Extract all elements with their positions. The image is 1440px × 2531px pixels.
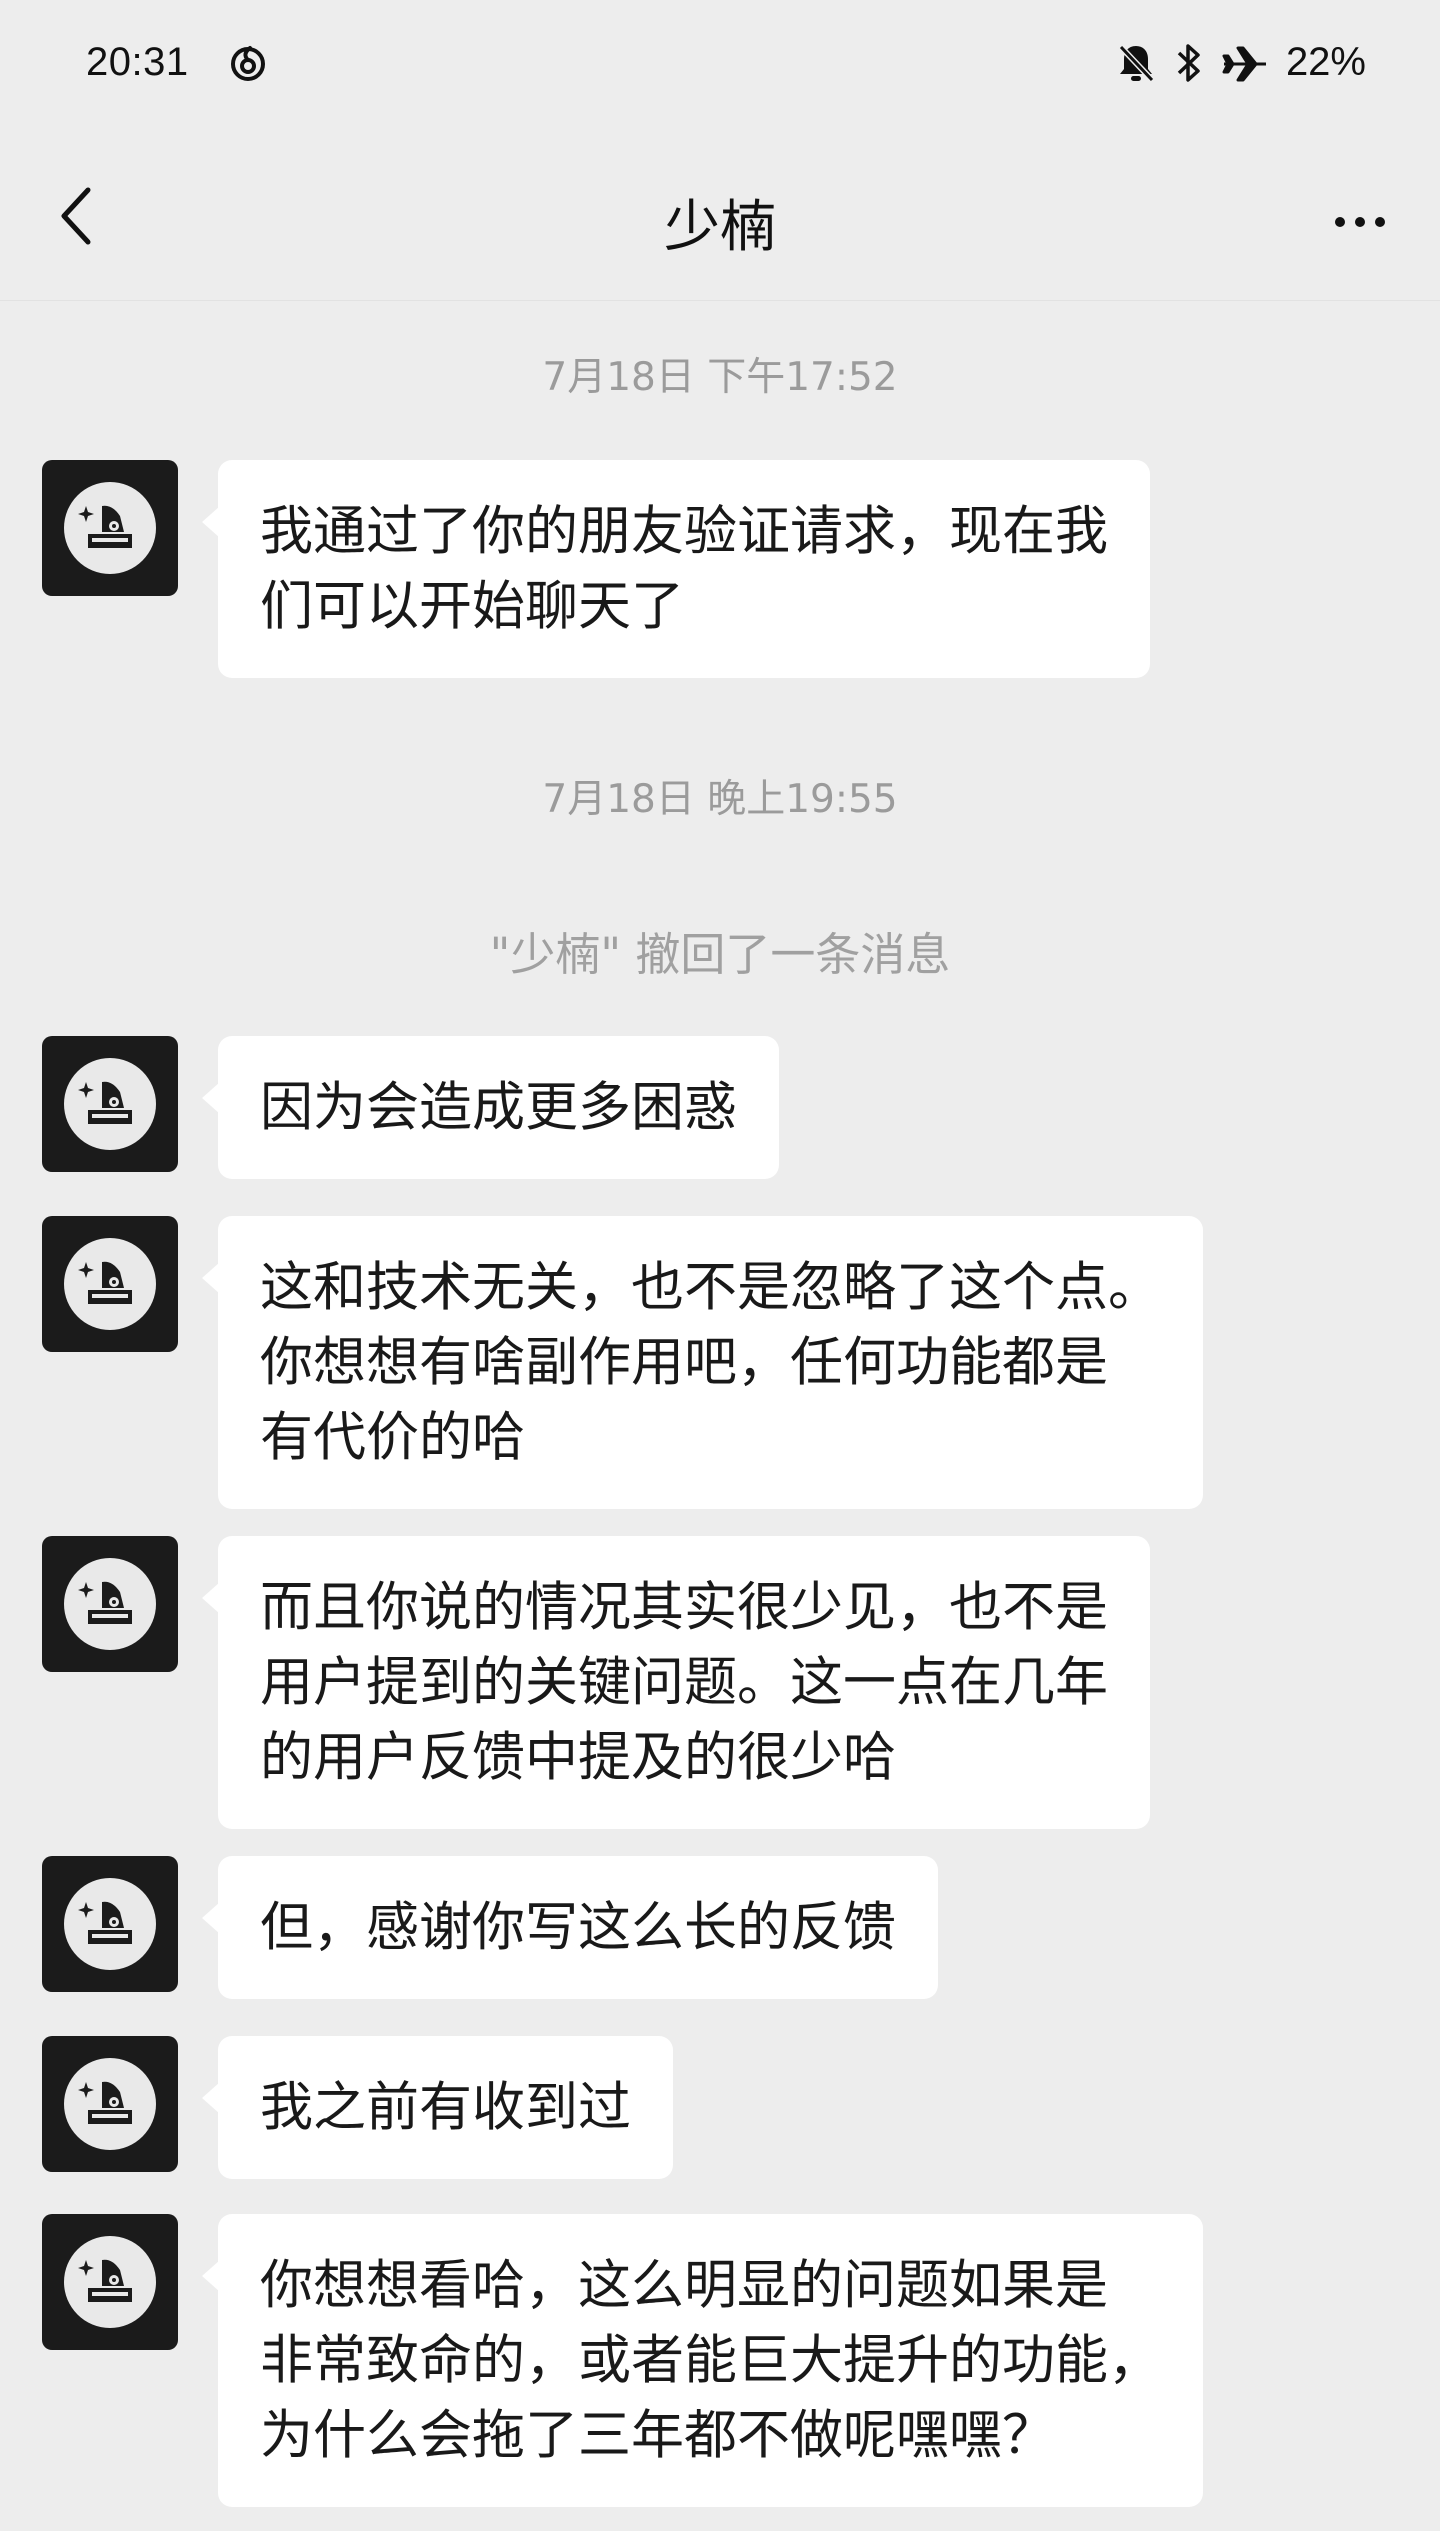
status-icons: 22% — [1116, 40, 1366, 85]
more-icon-dot — [1355, 217, 1365, 227]
avatar-logo-icon — [64, 1238, 156, 1330]
avatar[interactable] — [42, 460, 178, 596]
message-line: 我之前有收到过 — [260, 2077, 631, 2138]
message-line: 们可以开始聊天了 — [260, 576, 684, 637]
avatar[interactable] — [42, 2214, 178, 2350]
message-row: 因为会造成更多困惑 — [42, 1036, 779, 1179]
message-line: 有代价的哈 — [260, 1407, 525, 1468]
mute-icon — [1118, 44, 1155, 82]
message-bubble[interactable]: 你想想看哈，这么明显的问题如果是 非常致命的，或者能巨大提升的功能， 为什么会拖… — [202, 2214, 1203, 2507]
airplane-icon — [1222, 46, 1266, 81]
message-line: 的用户反馈中提及的很少哈 — [260, 1727, 896, 1788]
chat-screen: 20:31 22% 少楠 7月18日 下午17:52 我通过了你的朋友验证请求，… — [0, 0, 1440, 2531]
message-line: 但，感谢你写这么长的反馈 — [260, 1897, 896, 1958]
message-bubble[interactable]: 我之前有收到过 — [202, 2036, 673, 2179]
battery-percentage: 22% — [1285, 40, 1366, 84]
avatar-logo-icon — [64, 1878, 156, 1970]
nav-bar: 少楠 — [0, 140, 1440, 300]
message-line: 你想想看哈，这么明显的问题如果是 — [260, 2255, 1108, 2316]
timestamp: 7月18日 下午17:52 — [542, 355, 898, 400]
message-line: 为什么会拖了三年都不做呢嘿嘿？ — [260, 2405, 1055, 2466]
timestamp: 7月18日 晚上19:55 — [542, 777, 898, 822]
message-line: 你想想有啥副作用吧，任何功能都是 — [260, 1332, 1108, 1393]
message-row: 但，感谢你写这么长的反馈 — [42, 1856, 938, 1999]
status-time: 20:31 — [86, 40, 189, 84]
avatar[interactable] — [42, 1216, 178, 1352]
avatar[interactable] — [42, 1856, 178, 1992]
bluetooth-icon — [1177, 43, 1200, 82]
more-icon-dot — [1375, 217, 1385, 227]
message-row: 这和技术无关，也不是忽略了这个点。 你想想有啥副作用吧，任何功能都是 有代价的哈 — [42, 1216, 1203, 1509]
recall-notice: "少楠" 撤回了一条消息 — [489, 928, 951, 981]
status-bar: 20:31 22% — [0, 0, 1440, 130]
avatar[interactable] — [42, 2036, 178, 2172]
message-line: 这和技术无关，也不是忽略了这个点。 — [260, 1257, 1161, 1318]
message-line: 用户提到的关键问题。这一点在几年 — [260, 1652, 1108, 1713]
message-line: 非常致命的，或者能巨大提升的功能， — [260, 2330, 1161, 2391]
message-bubble[interactable]: 但，感谢你写这么长的反馈 — [202, 1856, 938, 1999]
more-button[interactable] — [1320, 192, 1400, 252]
message-row: 我通过了你的朋友验证请求，现在我 们可以开始聊天了 — [42, 460, 1150, 678]
chat-title: 少楠 — [664, 195, 776, 260]
avatar-logo-icon — [64, 1558, 156, 1650]
message-line: 我通过了你的朋友验证请求，现在我 — [260, 501, 1108, 562]
message-bubble[interactable]: 这和技术无关，也不是忽略了这个点。 你想想有啥副作用吧，任何功能都是 有代价的哈 — [202, 1216, 1203, 1509]
avatar-logo-icon — [64, 1058, 156, 1150]
avatar-logo-icon — [64, 2236, 156, 2328]
message-line: 而且你说的情况其实很少见，也不是 — [260, 1577, 1108, 1638]
message-bubble[interactable]: 我通过了你的朋友验证请求，现在我 们可以开始聊天了 — [202, 460, 1150, 678]
avatar[interactable] — [42, 1536, 178, 1672]
more-icon-dot — [1335, 217, 1345, 227]
avatar-logo-icon — [64, 482, 156, 574]
message-bubble[interactable]: 因为会造成更多困惑 — [202, 1036, 779, 1179]
message-line: 因为会造成更多困惑 — [260, 1077, 737, 1138]
netease-music-icon — [231, 46, 265, 81]
message-row: 我之前有收到过 — [42, 2036, 673, 2179]
message-row: 你想想看哈，这么明显的问题如果是 非常致命的，或者能巨大提升的功能， 为什么会拖… — [42, 2214, 1203, 2507]
message-row: 而且你说的情况其实很少见，也不是 用户提到的关键问题。这一点在几年 的用户反馈中… — [42, 1536, 1150, 1829]
avatar-logo-icon — [64, 2058, 156, 2150]
nav-divider — [0, 300, 1440, 301]
avatar[interactable] — [42, 1036, 178, 1172]
message-bubble[interactable]: 而且你说的情况其实很少见，也不是 用户提到的关键问题。这一点在几年 的用户反馈中… — [202, 1536, 1150, 1829]
